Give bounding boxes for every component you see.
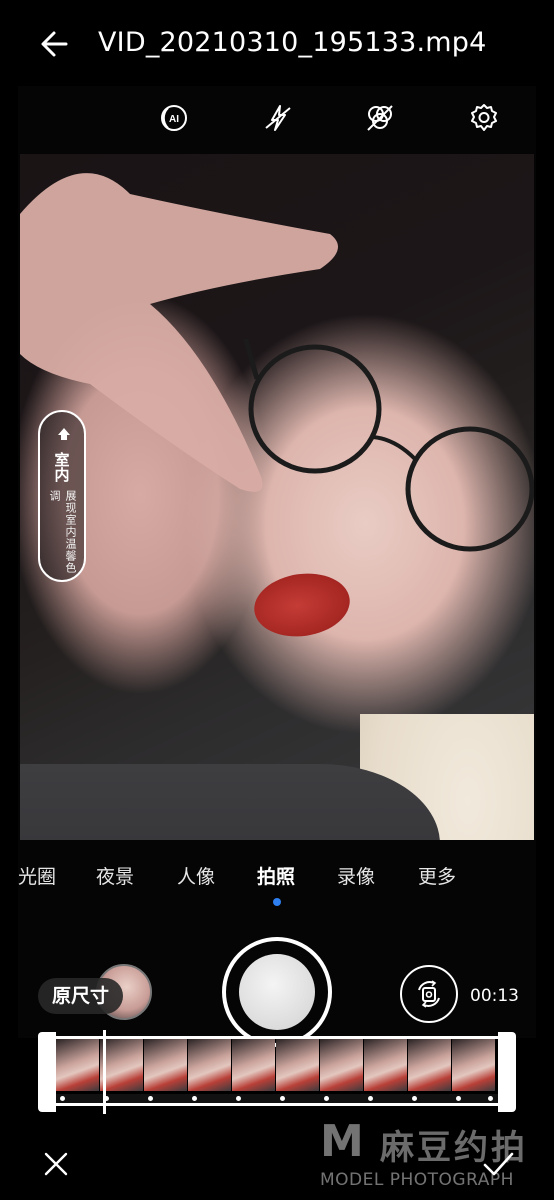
ai-icon[interactable]: AI: [156, 100, 192, 136]
video-title: VID_20210310_195133.mp4: [98, 27, 487, 58]
sprocket-hole: [236, 1096, 241, 1101]
timeline-playhead[interactable]: [103, 1030, 106, 1114]
timeline-frame: [408, 1039, 451, 1091]
watermark-brand-en: MODEL PHOTOGRAPH: [320, 1170, 514, 1190]
timeline-frame: [452, 1039, 495, 1091]
shutter-button[interactable]: [239, 954, 315, 1030]
active-mode-indicator: [273, 898, 281, 906]
watermark-brand-cn: 麻豆约拍: [380, 1128, 528, 1168]
sprocket-hole: [456, 1096, 461, 1101]
trim-handle-right[interactable]: [498, 1032, 516, 1112]
sprocket-hole: [60, 1096, 65, 1101]
sprocket-hole: [412, 1096, 417, 1101]
scene-badge-subtitle: 展现室内温馨色调: [48, 490, 77, 574]
arrow-left-icon[interactable]: [36, 24, 76, 64]
timeline-strip[interactable]: [56, 1036, 498, 1106]
sprocket-hole: [324, 1096, 329, 1101]
switch-camera-button[interactable]: [400, 965, 458, 1023]
lips-area: [250, 567, 354, 643]
timeline-frame: [364, 1039, 407, 1091]
sprocket-hole: [280, 1096, 285, 1101]
timeline-frame: [56, 1039, 99, 1091]
video-duration: 00:13: [470, 986, 519, 1006]
home-icon: [58, 428, 70, 440]
timeline-frame: [188, 1039, 231, 1091]
mode-night[interactable]: 夜景: [96, 862, 134, 889]
trim-handle-left[interactable]: [38, 1032, 56, 1112]
timeline-frame: [100, 1039, 143, 1091]
filter-off-icon[interactable]: [362, 100, 398, 136]
mode-aperture[interactable]: 光圈: [18, 862, 56, 889]
switch-camera-icon: [418, 980, 440, 1008]
sprocket-hole: [148, 1096, 153, 1101]
mode-portrait[interactable]: 人像: [177, 862, 215, 889]
sprocket-hole: [368, 1096, 373, 1101]
mode-more[interactable]: 更多: [418, 862, 456, 889]
sprocket-hole: [488, 1096, 493, 1101]
timeline-frame: [144, 1039, 187, 1091]
scene-badge-indoor[interactable]: 室内 展现室内温馨色调: [38, 410, 86, 582]
watermark-logo-letter: M: [320, 1116, 364, 1167]
close-icon[interactable]: [42, 1150, 70, 1178]
original-size-button[interactable]: 原尺寸: [38, 978, 124, 1014]
sprocket-band: [56, 1094, 498, 1103]
gear-icon[interactable]: [466, 100, 502, 136]
timeline-frame: [320, 1039, 363, 1091]
timeline-frame: [276, 1039, 319, 1091]
mode-video[interactable]: 录像: [337, 862, 375, 889]
mode-photo[interactable]: 拍照: [257, 862, 295, 889]
flash-off-icon[interactable]: [260, 100, 296, 136]
video-preview-image: [20, 154, 534, 840]
sprocket-hole: [192, 1096, 197, 1101]
timeline-frame: [232, 1039, 275, 1091]
sweater-area: [20, 764, 440, 840]
camera-mode-bar: 光圈 夜景 人像 拍照 录像 更多: [0, 862, 554, 896]
svg-text:AI: AI: [169, 114, 179, 125]
scene-badge-title: 室内: [52, 452, 71, 482]
